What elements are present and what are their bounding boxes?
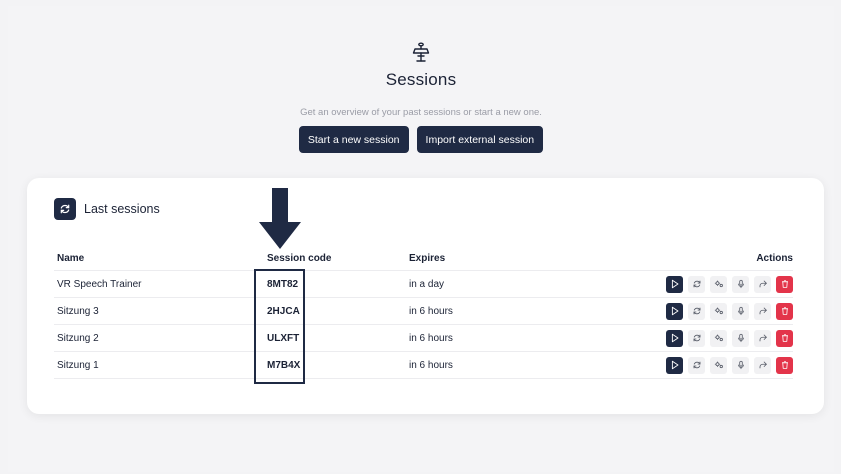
table-header-row: Name Session code Expires Actions — [54, 246, 793, 271]
session-expires: in 6 hours — [409, 297, 609, 325]
session-expires: in 6 hours — [409, 324, 609, 352]
last-sessions-title: Last sessions — [84, 202, 160, 216]
share-icon — [759, 334, 767, 342]
table-row: Sitzung 1 M7B4X in 6 hours — [54, 351, 793, 379]
delete-button[interactable] — [776, 356, 793, 374]
start-session-button[interactable]: Start a new session — [298, 126, 409, 153]
play-button[interactable] — [666, 329, 683, 347]
podium-icon — [412, 42, 430, 62]
settings-button[interactable] — [710, 329, 727, 347]
import-session-button[interactable]: Import external session — [416, 126, 544, 153]
play-icon — [671, 279, 678, 289]
page-subtitle: Get an overview of your past sessions or… — [300, 107, 542, 118]
play-button[interactable] — [666, 302, 683, 320]
share-icon — [759, 307, 767, 315]
share-button[interactable] — [754, 356, 771, 374]
settings-button[interactable] — [710, 356, 727, 374]
refresh-icon — [60, 204, 70, 214]
restart-button[interactable] — [688, 329, 705, 347]
delete-button[interactable] — [776, 302, 793, 320]
column-actions: Actions — [609, 246, 793, 271]
microphone-icon — [737, 279, 744, 289]
column-name: Name — [54, 246, 255, 271]
session-actions — [609, 351, 793, 379]
arrow-down-annotation — [259, 188, 301, 249]
share-icon — [759, 280, 767, 288]
table-row: Sitzung 3 2HJCA in 6 hours — [54, 297, 793, 325]
microphone-button[interactable] — [732, 275, 749, 293]
column-expires: Expires — [409, 246, 609, 271]
last-sessions-card: Last sessions Name Session code Expires … — [27, 178, 824, 414]
session-expires: in a day — [409, 270, 609, 298]
session-name: Sitzung 1 — [54, 351, 255, 379]
microphone-button[interactable] — [732, 356, 749, 374]
refresh-sessions-button[interactable] — [54, 198, 76, 220]
sessions-page: Sessions Get an overview of your past se… — [8, 6, 834, 472]
trash-icon — [781, 361, 788, 369]
session-name: VR Speech Trainer — [54, 270, 255, 298]
settings-button[interactable] — [710, 302, 727, 320]
trash-icon — [781, 280, 788, 288]
session-actions — [609, 270, 793, 298]
play-icon — [671, 306, 678, 316]
refresh-icon — [693, 280, 700, 288]
settings-icon — [714, 361, 723, 369]
settings-icon — [714, 307, 723, 315]
sessions-header: Sessions Get an overview of your past se… — [8, 40, 834, 153]
session-actions — [609, 297, 793, 325]
session-code-highlight — [254, 269, 305, 384]
restart-button[interactable] — [688, 302, 705, 320]
refresh-icon — [693, 307, 700, 315]
settings-button[interactable] — [710, 275, 727, 293]
sessions-table: Name Session code Expires Actions VR Spe… — [54, 246, 793, 379]
session-name: Sitzung 2 — [54, 324, 255, 352]
share-button[interactable] — [754, 302, 771, 320]
share-button[interactable] — [754, 275, 771, 293]
play-button[interactable] — [666, 275, 683, 293]
table-row: Sitzung 2 ULXFT in 6 hours — [54, 324, 793, 352]
trash-icon — [781, 307, 788, 315]
delete-button[interactable] — [776, 275, 793, 293]
refresh-icon — [693, 334, 700, 342]
refresh-icon — [693, 361, 700, 369]
microphone-button[interactable] — [732, 302, 749, 320]
share-button[interactable] — [754, 329, 771, 347]
page-title: Sessions — [385, 70, 457, 89]
play-icon — [671, 333, 678, 343]
microphone-button[interactable] — [732, 329, 749, 347]
session-actions — [609, 324, 793, 352]
restart-button[interactable] — [688, 275, 705, 293]
session-name: Sitzung 3 — [54, 297, 255, 325]
settings-icon — [714, 280, 723, 288]
session-expires: in 6 hours — [409, 351, 609, 379]
settings-icon — [714, 334, 723, 342]
table-row: VR Speech Trainer 8MT82 in a day — [54, 270, 793, 298]
play-icon — [671, 360, 678, 370]
microphone-icon — [737, 333, 744, 343]
trash-icon — [781, 334, 788, 342]
play-button[interactable] — [666, 356, 683, 374]
share-icon — [759, 361, 767, 369]
delete-button[interactable] — [776, 329, 793, 347]
microphone-icon — [737, 306, 744, 316]
restart-button[interactable] — [688, 356, 705, 374]
microphone-icon — [737, 360, 744, 370]
